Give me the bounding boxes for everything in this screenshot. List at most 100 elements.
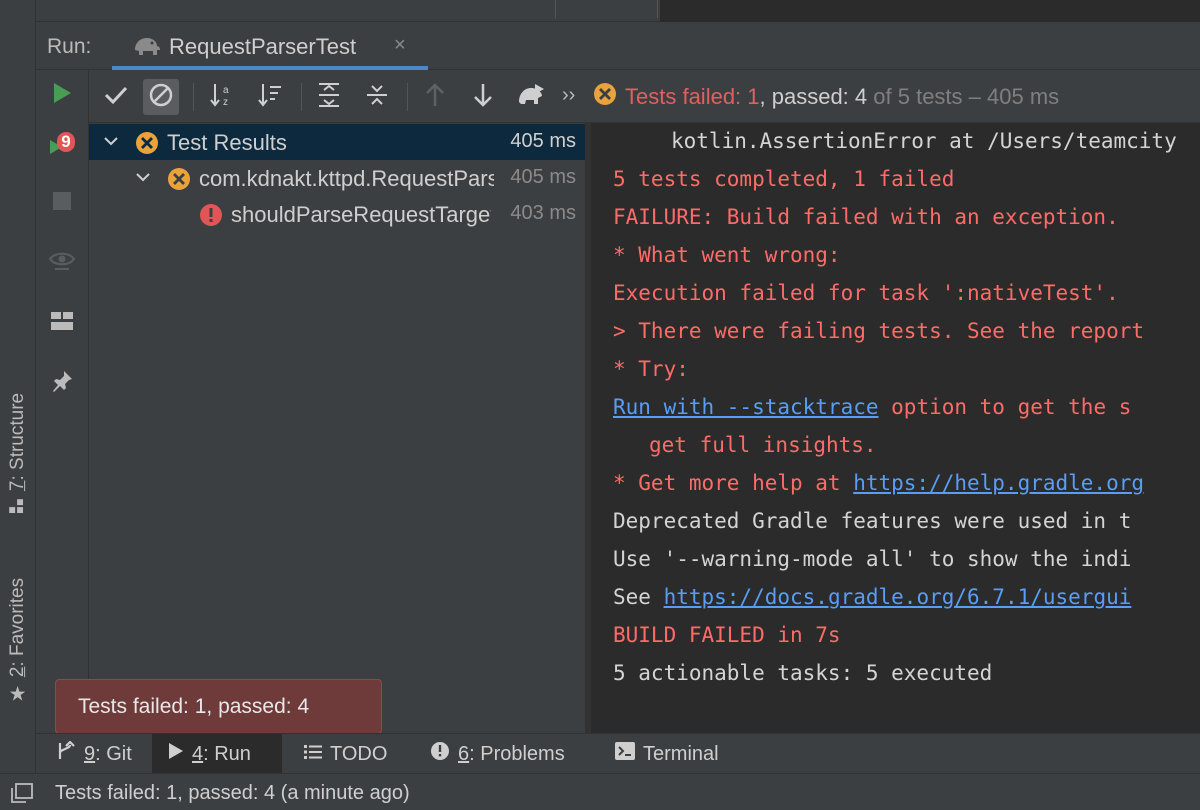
console-line: kotlin.AssertionError at /Users/teamcity: [671, 129, 1177, 153]
tree-row-class[interactable]: com.kdnakt.kttpd.RequestParserTest 405 m…: [89, 160, 585, 196]
layout-button[interactable]: [45, 306, 79, 340]
git-tool-tab[interactable]: 9: Git: [40, 734, 148, 774]
pin-tab-button[interactable]: [45, 366, 79, 400]
console-text: Use '--warning-mode all' to show the ind…: [613, 547, 1132, 571]
git-branch-icon: [56, 740, 76, 767]
gradle-run-icon: [516, 82, 546, 113]
sort-alphabetically-button[interactable]: az: [204, 79, 240, 115]
tree-row-name: shouldParseRequestTarget: [231, 202, 491, 227]
error-icon: [199, 203, 223, 232]
favorites-tool-tab[interactable]: ★ 2: Favorites: [0, 560, 36, 720]
layout-icon: [51, 311, 73, 335]
problems-mnemonic: 6: [458, 742, 470, 765]
svg-text:a: a: [223, 85, 229, 96]
show-ignored-button[interactable]: [143, 79, 179, 115]
toggle-tool-windows-icon[interactable]: [11, 783, 33, 808]
list-icon: [304, 743, 322, 766]
rerun-failed-tests-button[interactable]: 9: [45, 128, 79, 162]
console-line: See https://docs.gradle.org/6.7.1/usergu…: [613, 585, 1131, 609]
stop-button[interactable]: [45, 186, 79, 220]
collapse-all-button[interactable]: [359, 79, 395, 115]
console-output[interactable]: kotlin.AssertionError at /Users/teamcity…: [591, 123, 1200, 733]
bottom-tool-stripe: 9: Git 4: Run TODO 6: Problems Terminal: [36, 733, 1200, 774]
console-link[interactable]: https://docs.gradle.org/6.7.1/usergui: [664, 585, 1132, 609]
show-passed-button[interactable]: [98, 79, 134, 115]
console-text: BUILD FAILED in 7s: [613, 623, 841, 647]
status-total: of 5 tests – 405 ms: [873, 84, 1060, 109]
pin-icon: [51, 370, 73, 397]
tree-row-test[interactable]: shouldParseRequestTarget 403 ms: [89, 196, 585, 232]
view-button[interactable]: [45, 246, 79, 280]
tree-row-time: 403 ms: [510, 202, 576, 224]
todo-tool-tab[interactable]: TODO: [288, 734, 403, 774]
rerun-failed-icon: 9: [48, 132, 76, 158]
chevron-down-icon[interactable]: [135, 169, 151, 190]
ignored-failed-icon: [135, 131, 159, 160]
next-failed-test-button[interactable]: [465, 79, 501, 115]
svg-text:z: z: [223, 97, 228, 108]
console-text: See: [613, 585, 664, 609]
toolbar-separator: [301, 83, 302, 111]
console-text: * Try:: [613, 357, 689, 381]
console-line: Execution failed for task ':nativeTest'.: [613, 281, 1119, 305]
expand-all-button[interactable]: [311, 79, 347, 115]
run-label: Run:: [47, 35, 92, 58]
structure-label: : Structure: [7, 392, 29, 481]
console-line: 5 actionable tasks: 5 executed: [613, 661, 992, 685]
gradle-elephant-icon: [131, 34, 161, 63]
favorites-label: : Favorites: [7, 577, 28, 667]
test-result-balloon[interactable]: Tests failed: 1, passed: 4: [55, 679, 382, 743]
expand-all-icon: [316, 82, 342, 113]
console-link[interactable]: Run with --stacktrace: [613, 395, 879, 419]
console-line: BUILD FAILED in 7s: [613, 623, 841, 647]
terminal-tool-tab[interactable]: Terminal: [599, 734, 735, 774]
test-status-summary: Tests failed: 1, passed: 4 of 5 tests – …: [593, 82, 1059, 112]
structure-tool-tab[interactable]: 7: Structure: [0, 378, 36, 528]
run-mnemonic: 4: [192, 742, 204, 765]
git-mnemonic: 9: [84, 742, 96, 765]
console-line: Use '--warning-mode all' to show the ind…: [613, 547, 1131, 571]
run-tool-tab[interactable]: 4: Run: [152, 734, 282, 774]
status-message: Tests failed: 1, passed: 4 (a minute ago…: [55, 782, 410, 804]
previous-failed-test-button[interactable]: [417, 79, 453, 115]
more-actions-icon[interactable]: ››: [562, 84, 575, 107]
rerun-failed-badge: 9: [57, 132, 75, 152]
play-icon: [52, 82, 72, 109]
run-side-toolbar: 9: [36, 70, 89, 733]
problems-tool-tab[interactable]: 6: Problems: [414, 734, 581, 774]
balloon-text: Tests failed: 1, passed: 4: [78, 694, 310, 718]
sort-by-duration-button[interactable]: [252, 79, 288, 115]
close-tab-icon[interactable]: ×: [394, 34, 406, 57]
console-link[interactable]: https://help.gradle.org: [853, 471, 1144, 495]
warning-circle-icon: [430, 741, 450, 767]
console-line: Deprecated Gradle features were used in …: [613, 509, 1131, 533]
console-text: option to get the s: [878, 395, 1132, 419]
rerun-button[interactable]: [45, 78, 79, 112]
ignored-failed-icon: [167, 167, 191, 196]
eye-icon: [48, 251, 76, 276]
console-line: 5 tests completed, 1 failed: [613, 167, 954, 191]
collapse-all-icon: [364, 82, 390, 113]
console-text: 5 tests completed, 1 failed: [613, 167, 955, 191]
tree-row-name: Test Results: [167, 130, 287, 155]
todo-label: TODO: [330, 742, 388, 765]
import-test-results-button[interactable]: [513, 79, 549, 115]
chevron-down-icon[interactable]: [103, 133, 119, 154]
tree-row-root[interactable]: Test Results 405 ms: [89, 124, 585, 160]
console-line: * What went wrong:: [613, 243, 841, 267]
failed-status-icon: [593, 82, 617, 112]
arrow-down-icon: [472, 82, 494, 113]
run-config-tab-title: RequestParserTest: [169, 34, 357, 59]
run-config-tab[interactable]: RequestParserTest ×: [112, 22, 428, 70]
run-label-tab: : Run: [203, 742, 251, 765]
play-icon: [168, 742, 184, 766]
ignored-icon: [148, 82, 174, 113]
console-text: 5 actionable tasks: 5 executed: [613, 661, 993, 685]
toolbar-separator: [193, 83, 194, 111]
strip-divider: [555, 0, 556, 18]
console-line: Run with --stacktrace option to get the …: [613, 395, 1131, 419]
strip-divider: [657, 0, 658, 18]
console-text: Deprecated Gradle features were used in …: [613, 509, 1132, 533]
tree-row-name: com.kdnakt.kttpd.RequestParserTest: [199, 166, 494, 191]
terminal-icon: [615, 742, 635, 766]
